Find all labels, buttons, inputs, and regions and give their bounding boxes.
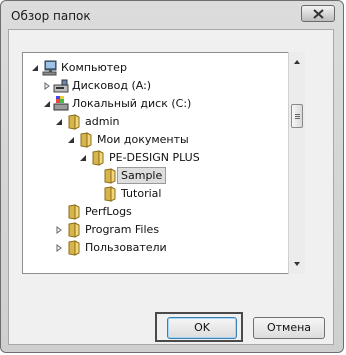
scroll-down-icon[interactable] <box>289 255 305 272</box>
tree-item-label: Локальный диск (C:) <box>72 97 192 110</box>
floppy-drive-icon <box>53 79 69 93</box>
collapsed-arrow-icon[interactable] <box>55 226 63 234</box>
tree-item-label: Пользователи <box>85 241 167 254</box>
tree-item-label: admin <box>85 115 120 128</box>
folder-tree[interactable]: Компьютер Дисковод (A:) Локальный диск (… <box>22 52 305 274</box>
folder-icon <box>68 204 80 220</box>
collapsed-arrow-icon[interactable] <box>55 244 63 252</box>
tree-item-label: Мои документы <box>97 133 189 146</box>
cancel-button[interactable]: Отмена <box>253 317 325 339</box>
tree-item-label: Компьютер <box>61 61 127 74</box>
close-icon <box>313 9 324 19</box>
tree-item-label: PerfLogs <box>85 205 132 218</box>
hard-drive-icon <box>53 96 69 111</box>
ok-button[interactable]: OK <box>167 317 237 339</box>
tree-item-label: Дисковод (A:) <box>72 79 152 92</box>
computer-icon <box>42 60 57 76</box>
expanded-arrow-icon[interactable] <box>43 100 51 108</box>
folder-icon <box>80 132 92 148</box>
expanded-arrow-icon[interactable] <box>31 64 39 72</box>
tree-item-label: Tutorial <box>121 187 162 200</box>
title-bar: Обзор папок <box>1 1 343 29</box>
expanded-arrow-icon[interactable] <box>79 154 87 162</box>
expanded-arrow-icon[interactable] <box>55 118 63 126</box>
tree-item-label: PE-DESIGN PLUS <box>109 151 200 164</box>
dialog-title: Обзор папок <box>11 9 91 23</box>
folder-icon <box>68 222 80 238</box>
collapsed-arrow-icon[interactable] <box>43 82 51 90</box>
scrollbar-thumb[interactable] <box>291 104 303 128</box>
scroll-up-icon[interactable] <box>289 54 305 71</box>
tree-item-label: Sample <box>117 167 167 184</box>
expanded-arrow-icon[interactable] <box>67 136 75 144</box>
vertical-scrollbar[interactable] <box>288 52 305 274</box>
folder-icon <box>92 150 104 166</box>
close-button[interactable] <box>301 5 335 22</box>
folder-icon <box>68 240 80 256</box>
tree-item-label: Program Files <box>85 223 160 236</box>
folder-icon <box>104 168 116 184</box>
folder-icon <box>104 186 116 202</box>
folder-icon <box>68 114 80 130</box>
